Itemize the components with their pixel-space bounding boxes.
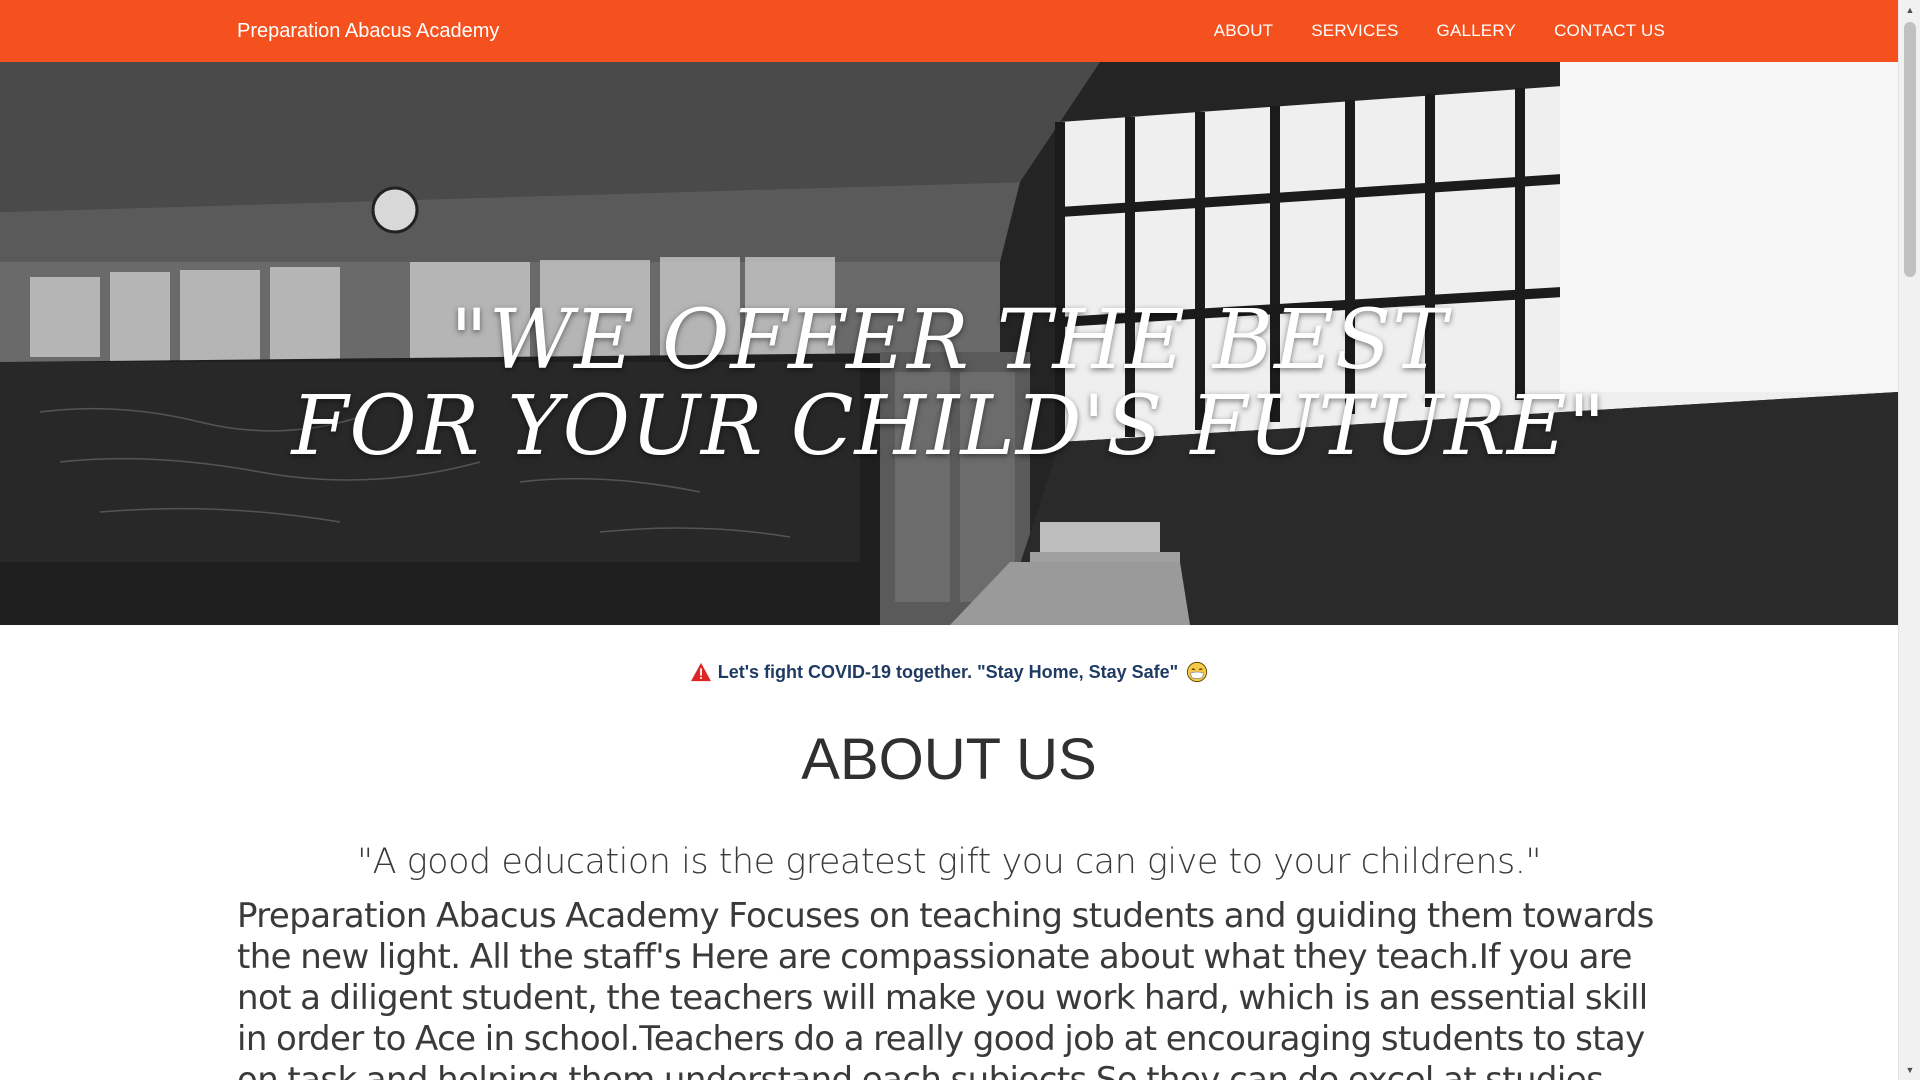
hero-headline-line-2: FOR YOUR CHILD'S FUTURE" [291, 379, 1607, 474]
about-heading: ABOUT US [801, 727, 1097, 792]
page-scrollbar[interactable]: ▲ ▼ [1898, 0, 1920, 1080]
scroll-up-arrow-icon[interactable]: ▲ [1899, 0, 1920, 20]
nav-links: ABOUT SERVICES GALLERY CONTACT US [1176, 0, 1665, 62]
warning-icon [690, 662, 711, 682]
about-quote: "A good education is the greatest gift y… [356, 842, 1542, 882]
covid-notice: Let's fight COVID-19 together. "Stay Hom… [0, 661, 1898, 683]
nav-link-about[interactable]: ABOUT [1214, 21, 1274, 40]
hero-banner: "WE OFFER THE BEST FOR YOUR CHILD'S FUTU… [0, 62, 1898, 625]
nav-item-services: SERVICES [1311, 21, 1398, 41]
brand-link[interactable]: Preparation Abacus Academy [237, 0, 499, 62]
nav-link-services[interactable]: SERVICES [1311, 21, 1398, 40]
covid-notice-text: Let's fight COVID-19 together. "Stay Hom… [717, 661, 1179, 682]
scroll-down-arrow-icon[interactable]: ▼ [1899, 1060, 1920, 1080]
hero-headline-line-1: "WE OFFER THE BEST [450, 293, 1448, 388]
hero-headline: "WE OFFER THE BEST FOR YOUR CHILD'S FUTU… [0, 298, 1898, 470]
top-navbar: Preparation Abacus Academy ABOUT SERVICE… [0, 0, 1898, 62]
nav-link-contact-us[interactable]: CONTACT US [1554, 21, 1665, 40]
face-mask-icon [1187, 661, 1208, 683]
nav-item-contact: CONTACT US [1554, 21, 1665, 41]
about-body-text: Preparation Abacus Academy Focuses on te… [237, 896, 1654, 1080]
nav-link-gallery[interactable]: GALLERY [1437, 21, 1517, 40]
scrollbar-thumb[interactable] [1904, 22, 1916, 277]
nav-item-gallery: GALLERY [1437, 21, 1517, 41]
nav-item-about: ABOUT [1214, 21, 1274, 41]
